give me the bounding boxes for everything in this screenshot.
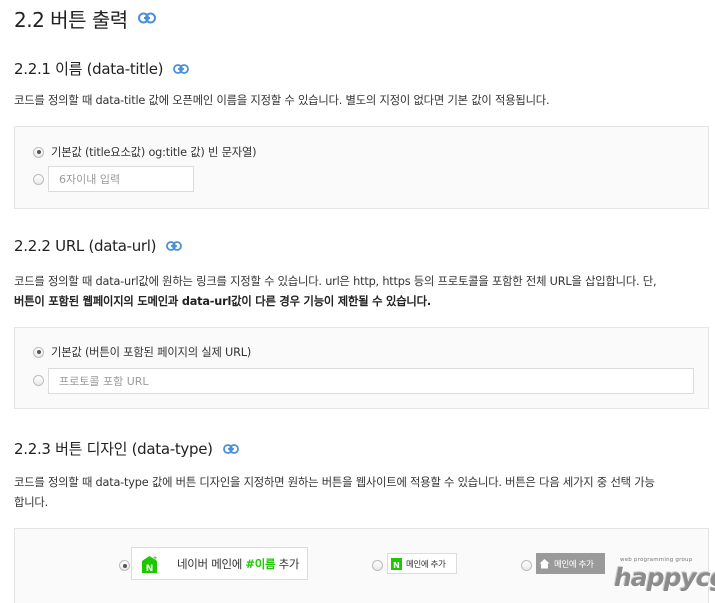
url-desc-text: 코드를 정의할 때 data-url값에 원하는 링크를 지정할 수 있습니다.… <box>14 275 657 288</box>
watermark-logo-text: happycgi <box>614 563 715 592</box>
radio-unchecked[interactable] <box>372 560 383 571</box>
type-description: 코드를 정의할 때 data-type 값에 버튼 디자인을 지정하면 원하는 … <box>14 473 709 513</box>
radio-unchecked[interactable] <box>33 174 44 185</box>
radio-checked[interactable] <box>33 346 44 358</box>
section-heading: 2.2 버튼 출력 <box>14 6 156 32</box>
section-title: 2.2 버튼 출력 <box>14 7 128 32</box>
name-option-custom[interactable] <box>33 174 44 185</box>
link-icon[interactable] <box>137 12 156 24</box>
type-desc-line2: 합니다. <box>14 496 48 509</box>
naver-main-add-label: 네이버 메인에 #이름 추가 <box>177 556 300 571</box>
naver-main-add-button-small[interactable]: N 메인에 추가 <box>387 553 457 574</box>
url-heading: 2.2.2 URL (data-url) <box>14 237 183 255</box>
radio-checked[interactable] <box>119 560 130 571</box>
url-option-default[interactable]: 기본값 (버튼이 포함된 페이지의 실제 URL) <box>33 344 251 360</box>
name-heading: 2.2.1 이름 (data-title) <box>14 58 190 79</box>
svg-text:N: N <box>393 561 400 570</box>
naver-main-add-button-large[interactable]: N + 네이버 메인에 #이름 추가 <box>131 547 308 580</box>
url-option-default-label: 기본값 (버튼이 포함된 페이지의 실제 URL) <box>51 346 252 359</box>
name-options-box: 기본값 (title요소값) og:title 값) 빈 문자열) <box>14 126 709 209</box>
svg-text:N: N <box>146 564 154 573</box>
name-description: 코드를 정의할 때 data-title 값에 오픈메인 이름을 지정할 수 있… <box>14 94 550 107</box>
url-desc-warning: 버튼이 포함된 웹페이지의 도메인과 data-url값이 다른 경우 기능이 … <box>14 295 431 308</box>
type-title: 2.2.3 버튼 디자인 (data-type) <box>14 440 213 458</box>
name-input[interactable] <box>48 166 194 192</box>
radio-unchecked[interactable] <box>33 375 44 386</box>
naver-small-add-label: 메인에 추가 <box>406 559 446 570</box>
type-option-small[interactable] <box>372 560 383 571</box>
type-desc-line1: 코드를 정의할 때 data-type 값에 버튼 디자인을 지정하면 원하는 … <box>14 476 655 489</box>
radio-unchecked[interactable] <box>521 560 532 571</box>
name-title: 2.2.1 이름 (data-title) <box>14 60 164 78</box>
url-option-custom[interactable] <box>33 375 44 386</box>
naver-home-icon: N + <box>142 555 158 574</box>
naver-main-add-button-gray[interactable]: 메인에 추가 <box>536 553 605 574</box>
url-title: 2.2.2 URL (data-url) <box>14 237 157 255</box>
naver-home-icon: N <box>391 557 402 570</box>
type-option-big[interactable] <box>119 560 130 571</box>
type-option-gray[interactable] <box>521 560 532 571</box>
home-icon <box>539 558 550 569</box>
link-icon[interactable] <box>173 63 190 74</box>
link-icon[interactable] <box>222 443 239 454</box>
link-icon[interactable] <box>166 241 183 251</box>
type-heading: 2.2.3 버튼 디자인 (data-type) <box>14 438 239 459</box>
radio-checked[interactable] <box>33 146 44 158</box>
name-option-default-label: 기본값 (title요소값) og:title 값) 빈 문자열) <box>51 146 257 159</box>
naver-gray-add-label: 메인에 추가 <box>554 559 594 570</box>
name-option-default[interactable]: 기본값 (title요소값) og:title 값) 빈 문자열) <box>33 144 257 160</box>
url-input[interactable] <box>48 368 694 394</box>
url-options-box: 기본값 (버튼이 포함된 페이지의 실제 URL) <box>14 327 709 409</box>
happycgi-watermark: web programming group happycgi <box>612 557 715 597</box>
url-description: 코드를 정의할 때 data-url값에 원하는 링크를 지정할 수 있습니다.… <box>14 272 709 312</box>
svg-text:+: + <box>152 555 157 562</box>
